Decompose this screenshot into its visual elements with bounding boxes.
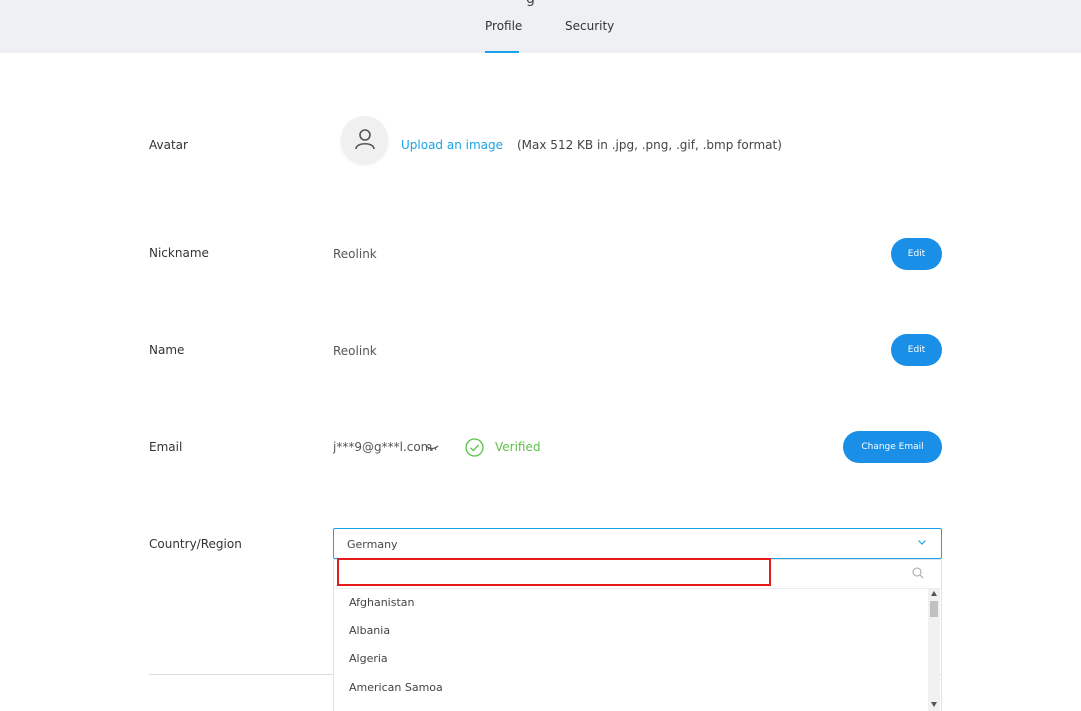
nickname-value: Reolink: [333, 247, 377, 261]
check-circle-icon: [465, 438, 484, 457]
change-email-button[interactable]: Change Email: [843, 431, 942, 463]
scroll-down-arrow-icon[interactable]: [931, 702, 937, 707]
country-option[interactable]: Afghanistan: [349, 596, 414, 609]
country-dropdown: Afghanistan Albania Algeria American Sam…: [333, 559, 942, 711]
country-option[interactable]: Albania: [349, 624, 390, 637]
country-option[interactable]: Algeria: [349, 652, 388, 665]
email-value: j***9@g***l.com: [333, 440, 433, 454]
dropdown-scrollbar[interactable]: [928, 589, 940, 711]
scroll-up-arrow-icon[interactable]: [931, 591, 937, 596]
avatar[interactable]: [341, 116, 388, 163]
eye-closed-icon[interactable]: [425, 445, 439, 451]
country-search-input[interactable]: [340, 563, 764, 583]
avatar-label: Avatar: [149, 138, 188, 152]
scrollbar-thumb[interactable]: [930, 601, 938, 617]
tab-profile[interactable]: Profile: [485, 19, 522, 33]
upload-hint: (Max 512 KB in .jpg, .png, .gif, .bmp fo…: [517, 138, 782, 152]
country-label: Country/Region: [149, 537, 242, 551]
tab-security[interactable]: Security: [565, 19, 614, 33]
search-icon: [912, 567, 924, 579]
active-tab-indicator: [485, 51, 519, 53]
name-label: Name: [149, 343, 185, 357]
section-divider: [149, 674, 333, 675]
name-value: Reolink: [333, 344, 377, 358]
user-icon: [355, 129, 375, 150]
upload-image-link[interactable]: Upload an image: [401, 138, 503, 152]
page-title-partial: g: [526, 0, 535, 7]
country-select[interactable]: Germany: [333, 528, 942, 559]
edit-name-button[interactable]: Edit: [891, 334, 942, 366]
verified-status: Verified: [495, 440, 541, 454]
edit-nickname-button[interactable]: Edit: [891, 238, 942, 270]
section-divider-right: [940, 674, 942, 675]
email-label: Email: [149, 440, 183, 454]
country-search-box: [334, 560, 941, 589]
top-nav-bar: g Profile Security: [0, 0, 1081, 53]
country-selected-value: Germany: [347, 538, 398, 551]
country-option[interactable]: American Samoa: [349, 681, 443, 694]
chevron-down-icon[interactable]: [917, 537, 927, 547]
nickname-label: Nickname: [149, 246, 209, 260]
